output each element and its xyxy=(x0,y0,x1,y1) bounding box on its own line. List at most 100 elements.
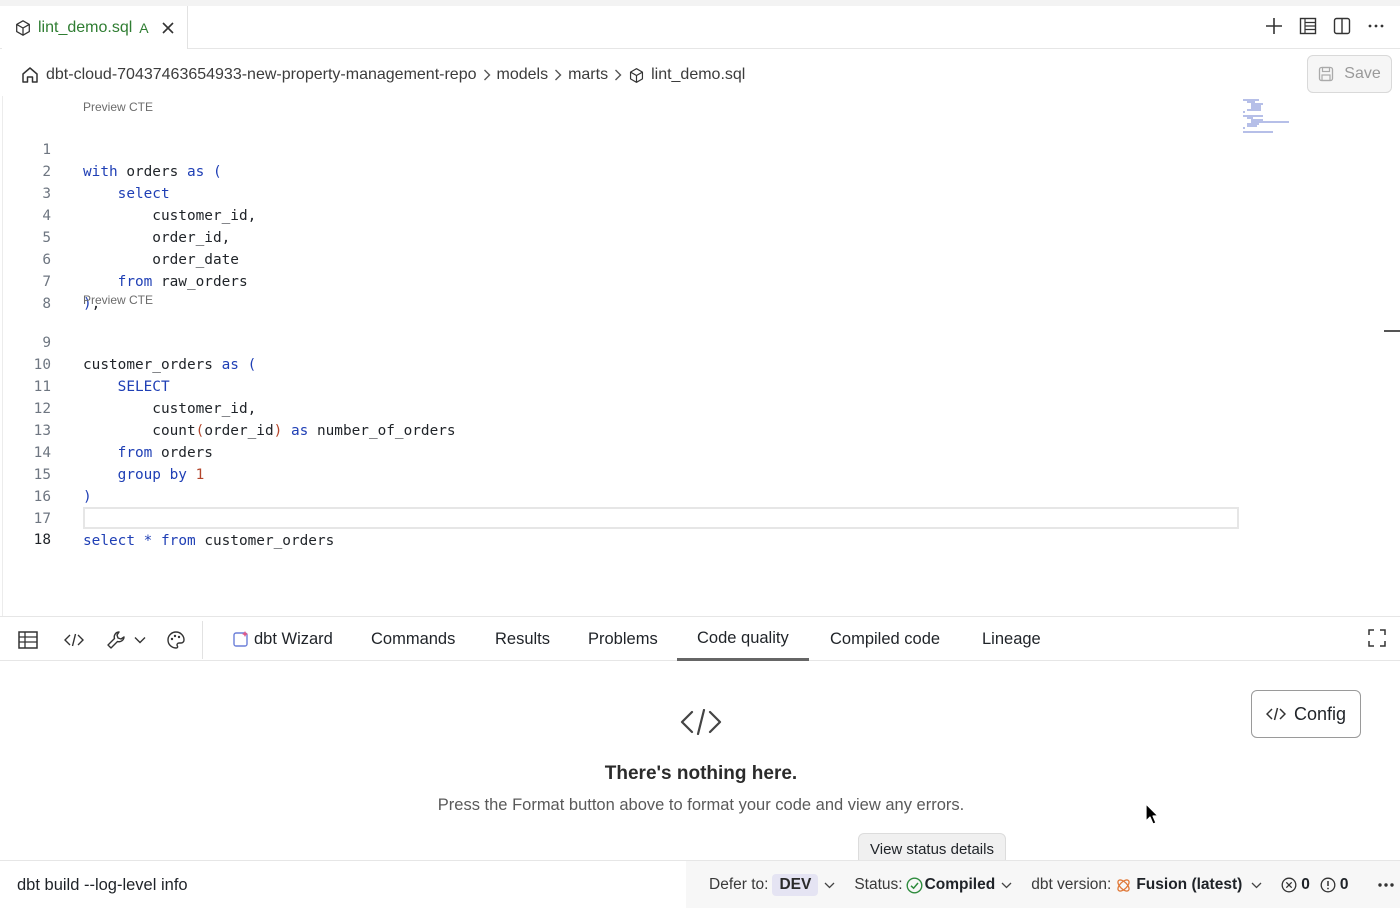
code-quality-panel: There's nothing here. Press the Format b… xyxy=(2,661,1400,860)
version-label: dbt version: xyxy=(1031,876,1112,893)
tab-actions xyxy=(1264,16,1386,36)
code-line: 8 xyxy=(3,271,1243,312)
preview-cte-link[interactable]: Preview CTE xyxy=(83,100,153,114)
tab-git-status: A xyxy=(139,19,149,36)
empty-state-title: There's nothing here. xyxy=(604,763,798,784)
code-text: select * from customer_orders xyxy=(83,533,335,549)
code-line: 6 from raw_orders xyxy=(3,227,1243,290)
code-line: 7 ), xyxy=(3,249,1243,312)
preview-cte-link[interactable]: Preview CTE xyxy=(83,293,153,307)
table-layout-icon[interactable] xyxy=(1298,16,1318,36)
tab-compiled-code[interactable]: Compiled code xyxy=(810,617,960,661)
code-icon xyxy=(1265,707,1286,721)
chevron-right-icon xyxy=(555,69,562,81)
cube-icon xyxy=(16,19,30,36)
chevron-down-icon[interactable] xyxy=(134,629,146,651)
wrench-icon[interactable] xyxy=(106,629,126,651)
tab-file-name: lint_demo.sql xyxy=(38,18,133,36)
code-line: 9 customer_orders as ( xyxy=(3,310,1243,373)
code-line: 3 customer_id, xyxy=(3,161,1243,224)
code-line: 2 select xyxy=(3,139,1243,202)
code-line: 15 ) xyxy=(3,442,1243,505)
file-tab[interactable]: lint_demo.sql A xyxy=(2,6,188,49)
tab-code-quality[interactable]: Code quality xyxy=(677,617,809,661)
tab-lineage[interactable]: Lineage xyxy=(962,617,1061,661)
fusion-icon xyxy=(1117,878,1131,892)
wizard-icon xyxy=(233,631,248,647)
close-icon[interactable] xyxy=(161,21,175,35)
code-line: 4 order_id, xyxy=(3,183,1243,246)
tab-problems[interactable]: Problems xyxy=(568,617,678,661)
breadcrumb-item-file[interactable]: lint_demo.sql xyxy=(651,66,745,84)
tab-label: Lineage xyxy=(982,630,1041,648)
status-selector[interactable]: Status: Compiled xyxy=(854,876,1012,894)
save-button[interactable]: Save xyxy=(1307,55,1392,93)
code-line: 1 with orders as ( xyxy=(3,117,1243,180)
editor-tab-bar: lint_demo.sql A xyxy=(0,0,1400,49)
home-icon[interactable] xyxy=(20,65,40,85)
code-icon[interactable] xyxy=(64,629,84,651)
divider xyxy=(202,621,203,659)
config-button[interactable]: Config xyxy=(1251,690,1361,738)
mouse-cursor-icon xyxy=(1145,803,1159,825)
tab-results[interactable]: Results xyxy=(475,617,570,661)
error-circle-icon xyxy=(1281,877,1297,893)
error-count-value: 0 xyxy=(1301,876,1310,893)
chevron-right-icon xyxy=(483,69,490,81)
version-value: Fusion (latest) xyxy=(1136,876,1243,893)
defer-env-badge: DEV xyxy=(772,874,819,896)
bottom-panel-tabs: dbt Wizard Commands Results Problems Cod… xyxy=(0,616,1400,661)
code-line: 16 xyxy=(3,464,1243,505)
scrollbar-marker[interactable] xyxy=(1384,330,1400,332)
warning-count[interactable]: 0 xyxy=(1320,876,1349,894)
code-line: 18 xyxy=(3,507,1243,548)
empty-state-description: Press the Format button above to format … xyxy=(437,796,965,814)
code-line: 17 select * from customer_orders xyxy=(3,486,1243,549)
line-number: 18 xyxy=(33,532,51,548)
code-line: 11 customer_id, xyxy=(3,354,1243,417)
breadcrumb: dbt-cloud-70437463654933-new-property-ma… xyxy=(20,63,745,87)
warning-circle-icon xyxy=(1320,877,1336,893)
status-bar: dbt build --log-level info Defer to: DEV… xyxy=(0,860,1400,908)
command-input[interactable]: dbt build --log-level info xyxy=(17,876,188,895)
save-icon xyxy=(1319,66,1334,82)
palette-icon[interactable] xyxy=(166,629,186,651)
warning-count-value: 0 xyxy=(1339,876,1349,893)
chevron-down-icon xyxy=(1251,882,1262,888)
tab-dbt-wizard[interactable]: dbt Wizard xyxy=(212,617,353,661)
chevron-down-icon xyxy=(824,882,835,888)
breadcrumb-item-models[interactable]: models xyxy=(497,66,549,84)
save-label: Save xyxy=(1344,65,1381,82)
more-icon[interactable] xyxy=(1377,882,1395,888)
breadcrumb-item-marts[interactable]: marts xyxy=(568,66,608,84)
version-selector[interactable]: dbt version: Fusion (latest) xyxy=(1031,876,1262,894)
code-line: 5 order_date xyxy=(3,205,1243,268)
split-editor-icon[interactable] xyxy=(1332,16,1352,36)
tab-label: Code quality xyxy=(697,628,789,647)
code-editor[interactable]: Preview CTE 1 with orders as ( 2 select … xyxy=(2,96,1400,616)
code-line: 14 group by 1 xyxy=(3,420,1243,483)
tab-label: dbt Wizard xyxy=(254,630,333,648)
status-bar-right: Defer to: DEV Status: Compiled dbt versi… xyxy=(686,861,1400,908)
tab-label: Results xyxy=(495,630,551,648)
config-label: Config xyxy=(1293,703,1347,724)
code-line: 13 from orders xyxy=(3,398,1243,461)
code-line: 12 count(order_id) as number_of_orders xyxy=(3,376,1243,439)
tab-label: Problems xyxy=(588,630,658,648)
status-label: Status: xyxy=(854,876,903,893)
chevron-down-icon xyxy=(1001,882,1012,888)
code-line: 10 SELECT xyxy=(3,332,1243,395)
tab-label: Commands xyxy=(371,630,456,648)
check-circle-icon xyxy=(906,876,923,894)
table-icon[interactable] xyxy=(18,629,38,651)
code-icon xyxy=(680,709,722,735)
error-count[interactable]: 0 xyxy=(1281,876,1310,894)
plus-icon[interactable] xyxy=(1264,16,1284,36)
breadcrumb-item-repo[interactable]: dbt-cloud-70437463654933-new-property-ma… xyxy=(46,66,477,84)
tab-commands[interactable]: Commands xyxy=(351,617,475,661)
more-icon[interactable] xyxy=(1366,16,1386,36)
minimap[interactable] xyxy=(1241,98,1301,140)
fullscreen-icon[interactable] xyxy=(1368,629,1386,652)
defer-label: Defer to: xyxy=(709,876,769,893)
defer-selector[interactable]: Defer to: DEV xyxy=(709,874,835,896)
